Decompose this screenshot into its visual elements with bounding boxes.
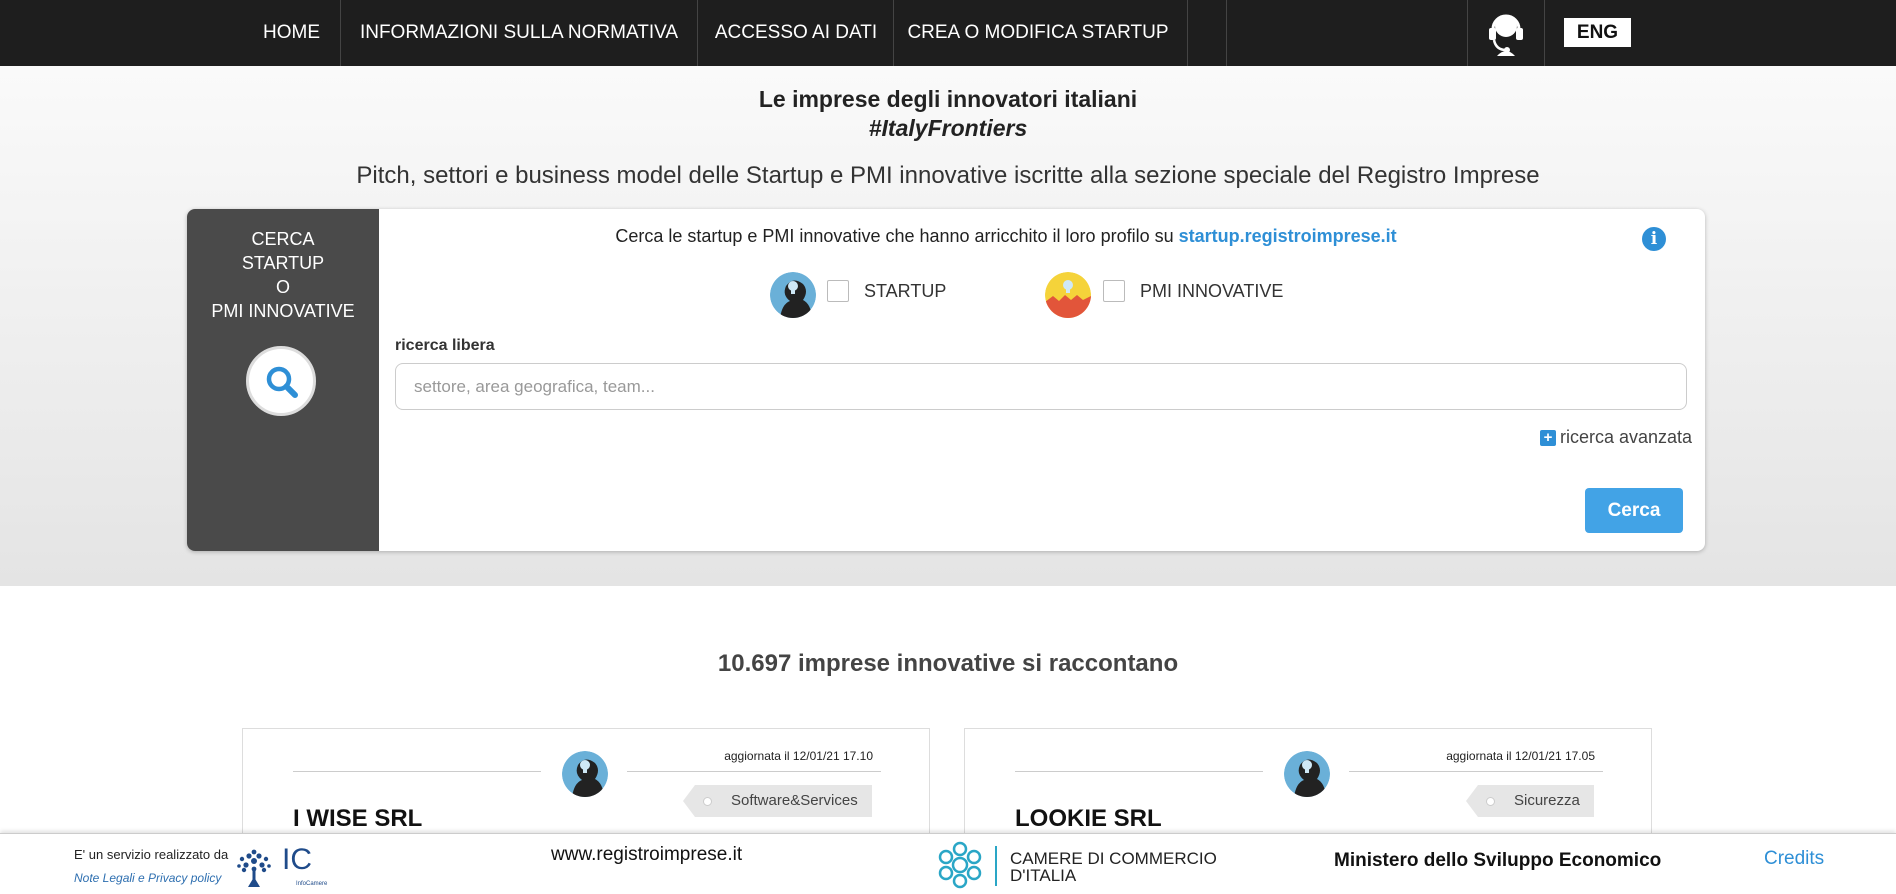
page-hashtag: #ItalyFrontiers bbox=[868, 115, 1028, 141]
ministry-name: Ministero dello Sviluppo Economico bbox=[1334, 850, 1662, 871]
company-card[interactable]: aggiornata il 12/01/21 17.10 Software&Se… bbox=[242, 728, 930, 838]
free-search-label: ricerca libera bbox=[395, 337, 495, 354]
search-submit-button[interactable]: Cerca bbox=[1585, 488, 1683, 533]
top-navbar: HOME INFORMAZIONI SULLA NORMATIVA ACCESS… bbox=[0, 0, 1896, 66]
nav-divider bbox=[340, 0, 341, 66]
startup-checkbox-label: STARTUP bbox=[864, 281, 947, 301]
startup-checkbox[interactable] bbox=[827, 280, 849, 302]
company-card[interactable]: aggiornata il 12/01/21 17.05 Sicurezza L… bbox=[964, 728, 1652, 838]
headset-icon[interactable] bbox=[1485, 10, 1527, 56]
startup-avatar-icon bbox=[562, 751, 608, 797]
nav-divider bbox=[1226, 0, 1227, 66]
card-updated-date: aggiornata il 12/01/21 17.10 bbox=[724, 749, 873, 763]
nav-crea-startup[interactable]: CREA O MODIFICA STARTUP bbox=[903, 0, 1173, 66]
registro-imprese-link[interactable]: www.registroimprese.it bbox=[551, 844, 742, 866]
nav-home[interactable]: HOME bbox=[250, 0, 333, 66]
card-company-name[interactable]: LOOKIE SRL bbox=[1015, 805, 1162, 833]
nav-divider bbox=[1187, 0, 1188, 66]
camere-commercio-logo bbox=[938, 841, 982, 889]
search-side-title-line: O bbox=[275, 277, 290, 297]
nav-divider bbox=[1467, 0, 1468, 66]
search-side-title: CERCA STARTUP O PMI INNOVATIVE bbox=[187, 227, 379, 323]
footer-divider bbox=[995, 846, 997, 886]
infocamere-logo[interactable]: IC InfoCamere bbox=[234, 839, 334, 891]
pmi-checkbox[interactable] bbox=[1103, 280, 1125, 302]
results-count: 10.697 imprese innovative si raccontano bbox=[717, 650, 1179, 677]
card-divider bbox=[627, 771, 881, 772]
svg-text:IC: IC bbox=[282, 843, 312, 876]
nav-divider bbox=[1544, 0, 1545, 66]
credits-link[interactable]: Credits bbox=[1764, 848, 1824, 870]
startup-registro-link[interactable]: startup.registroimprese.it bbox=[1179, 226, 1397, 246]
page-title: Le imprese degli innovatori italiani bbox=[758, 86, 1138, 112]
card-company-name[interactable]: I WISE SRL bbox=[293, 805, 422, 833]
advanced-search-label: ricerca avanzata bbox=[1560, 427, 1693, 447]
startup-avatar-icon bbox=[770, 272, 816, 318]
nav-divider bbox=[893, 0, 894, 66]
card-divider bbox=[1349, 771, 1603, 772]
advanced-search-link[interactable]: + ricerca avanzata bbox=[1540, 427, 1692, 448]
nav-accesso-dati[interactable]: ACCESSO AI DATI bbox=[707, 0, 885, 66]
search-side-panel: CERCA STARTUP O PMI INNOVATIVE bbox=[187, 209, 379, 551]
search-side-title-line: STARTUP bbox=[241, 253, 325, 273]
info-icon[interactable]: i bbox=[1642, 227, 1666, 251]
footer-made-by: E' un servizio realizzato da bbox=[74, 847, 229, 862]
card-divider bbox=[1015, 771, 1263, 772]
pmi-avatar-icon bbox=[1045, 272, 1091, 318]
pmi-checkbox-label: PMI INNOVATIVE bbox=[1140, 281, 1284, 301]
card-sector-tag[interactable]: Software&Services bbox=[683, 785, 872, 817]
nav-normativa[interactable]: INFORMAZIONI SULLA NORMATIVA bbox=[350, 0, 688, 66]
search-icon bbox=[266, 366, 298, 398]
search-intro-text: Cerca le startup e PMI innovative che ha… bbox=[615, 226, 1179, 246]
camere-commercio-text: CAMERE DI COMMERCIO D'ITALIA bbox=[1010, 850, 1217, 884]
card-updated-date: aggiornata il 12/01/21 17.05 bbox=[1446, 749, 1595, 763]
nav-divider bbox=[697, 0, 698, 66]
footer: E' un servizio realizzato da Note Legali… bbox=[0, 833, 1896, 894]
search-side-title-line: PMI INNOVATIVE bbox=[211, 301, 355, 321]
page-subtitle: Pitch, settori e business model delle St… bbox=[356, 162, 1540, 189]
search-panel: CERCA STARTUP O PMI INNOVATIVE Cerca le … bbox=[187, 209, 1705, 551]
camere-line: D'ITALIA bbox=[1010, 866, 1077, 885]
plus-icon: + bbox=[1540, 430, 1556, 446]
svg-text:InfoCamere: InfoCamere bbox=[296, 881, 328, 887]
camere-line: CAMERE DI COMMERCIO bbox=[1010, 849, 1217, 868]
language-button[interactable]: ENG bbox=[1564, 18, 1631, 47]
search-intro: Cerca le startup e PMI innovative che ha… bbox=[379, 226, 1633, 247]
card-sector-tag[interactable]: Sicurezza bbox=[1466, 785, 1594, 817]
search-icon-button[interactable] bbox=[246, 346, 316, 416]
free-search-input[interactable] bbox=[395, 363, 1687, 410]
startup-avatar-icon bbox=[1284, 751, 1330, 797]
search-side-title-line: CERCA bbox=[251, 229, 315, 249]
legal-privacy-link[interactable]: Note Legali e Privacy policy bbox=[74, 871, 221, 885]
card-divider bbox=[293, 771, 541, 772]
